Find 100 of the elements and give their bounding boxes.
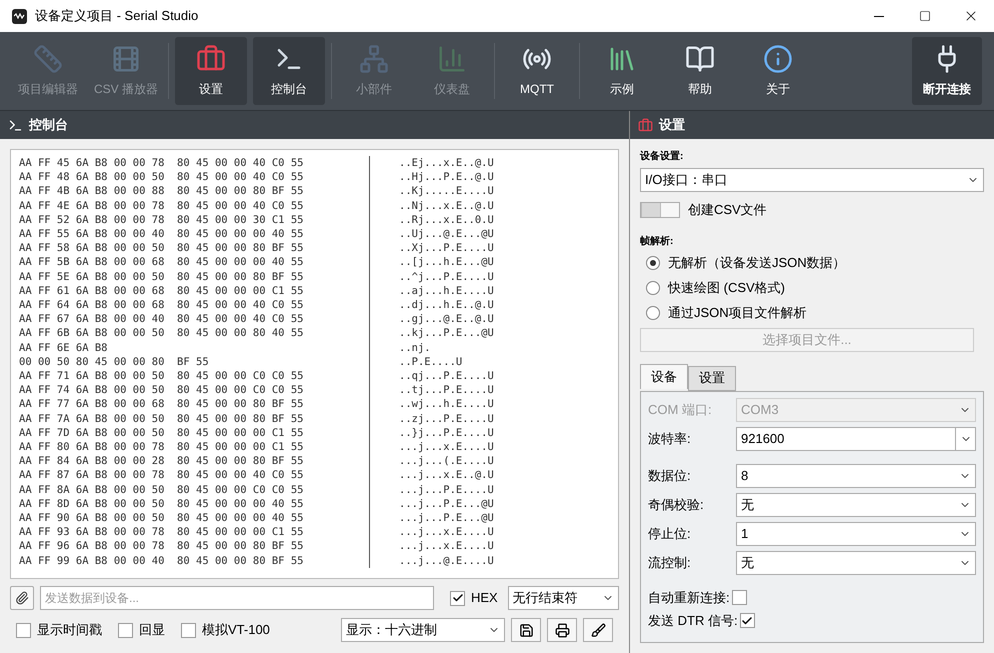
tab[interactable]: 设备	[640, 364, 688, 388]
hex-text: 00 00 50 80 45 00 00 80 BF 55	[19, 354, 210, 370]
checkbox[interactable]	[450, 590, 465, 606]
ascii-text: ..aj...h.E....U	[399, 284, 494, 298]
check-label: 自动重新连接:	[648, 588, 730, 606]
toolbar-button[interactable]: 控制台	[253, 37, 325, 105]
toolbar-button[interactable]: 帮助	[664, 37, 736, 105]
hex-text: AA FF 48 6A B8 00 00 50 80 45 00 00 40 C0 55	[19, 170, 304, 184]
hex-text: AA FF 7A 6A B8 00 00 50 80 45 00 00 80 BF 55	[19, 412, 304, 426]
ascii-text: ...j...(.E....U	[399, 454, 494, 468]
ascii-text: ..nj.	[399, 340, 431, 355]
field-label: 波特率:	[648, 430, 692, 448]
hex-text: AA FF 74 6A B8 00 00 50 80 45 00 00 C0 C0 55	[19, 383, 304, 398]
option-label: 模拟VT-100	[202, 621, 270, 640]
hex-text: AA FF 67 6A B8 00 00 40 80 45 00 00 40 C0 55	[19, 312, 304, 326]
save-button[interactable]	[511, 618, 541, 642]
panel-title: 设置	[659, 116, 685, 134]
dropdown[interactable]: 无	[736, 492, 976, 516]
attach-button[interactable]	[10, 586, 34, 610]
hex-text: AA FF 4B 6A B8 00 00 88 80 45 00 00 80 BF 55	[19, 184, 304, 199]
ascii-text: ..dj...h.E..@.U	[399, 298, 494, 312]
ascii-text: ..kj...P.E...@U	[399, 326, 494, 341]
checkbox[interactable]	[181, 622, 196, 638]
hex-text: AA FF 5B 6A B8 00 00 68 80 45 00 00 00 40 55	[19, 255, 304, 270]
hex-text: AA FF 7D 6A B8 00 00 50 80 45 00 00 00 C1 55	[19, 426, 304, 440]
switch-label: 创建CSV文件	[688, 201, 767, 219]
field-label: COM 端口:	[648, 400, 713, 419]
ascii-text: ...j...P.E...@U	[399, 496, 494, 512]
terminal-icon	[8, 118, 23, 132]
ascii-text: ...j...x.E..@.U	[399, 468, 494, 483]
display-mode-dropdown[interactable]: 显示：十六进制	[341, 618, 505, 642]
checkbox[interactable]	[118, 622, 133, 638]
ascii-text: ...j...@.E....U	[399, 554, 494, 568]
ascii-text: ..zj...P.E....U	[399, 412, 494, 426]
hex-text: AA FF 8D 6A B8 00 00 50 80 45 00 00 00 40 55	[19, 496, 304, 512]
ascii-text: ..gj...@.E..@.U	[399, 312, 494, 326]
ascii-text: ...j...x.E....U	[399, 539, 494, 554]
book-icon	[685, 44, 715, 74]
toolbar-button[interactable]: MQTT	[501, 37, 573, 105]
ascii-text: ..tj...P.E....U	[399, 383, 494, 398]
radio-label: 通过JSON项目文件解析	[668, 304, 807, 322]
hex-text: AA FF 93 6A B8 00 00 78 80 45 00 00 00 C1 55	[19, 525, 304, 540]
line-ending-dropdown[interactable]: 无行结束符	[508, 586, 619, 610]
hex-text: AA FF 61 6A B8 00 00 68 80 45 00 00 00 C1 55	[19, 284, 304, 298]
ascii-text: ..[j...h.E...@U	[399, 255, 494, 270]
tab[interactable]: 设置	[688, 366, 736, 390]
radio-button[interactable]	[646, 256, 660, 270]
field-label: 流控制:	[648, 554, 692, 572]
ascii-text: ..wj...h.E....U	[399, 397, 494, 412]
checkbox[interactable]	[16, 622, 31, 638]
clear-button[interactable]	[583, 618, 613, 642]
ascii-text: ..Kj.....E....U	[399, 184, 494, 199]
hex-text: AA FF 6B 6A B8 00 00 50 80 45 00 00 80 40 55	[19, 326, 304, 341]
maximize-icon	[919, 10, 931, 22]
radio-label: 无解析（设备发送JSON数据）	[668, 254, 846, 272]
toolbox-icon	[638, 118, 653, 132]
field-label: 停止位:	[648, 524, 692, 543]
hex-text: AA FF 5E 6A B8 00 00 50 80 45 00 00 80 BF 55	[19, 270, 304, 284]
toolbar-button[interactable]: 设置	[175, 37, 247, 105]
toolbar-button[interactable]: 关于	[742, 37, 814, 105]
section-label: 设备设置:	[640, 150, 684, 164]
ascii-text: ...j...P.E...@U	[399, 511, 494, 526]
toggle-switch[interactable]	[640, 202, 680, 218]
ascii-text: ..Hj...P.E..@.U	[399, 170, 494, 184]
radio-button[interactable]	[646, 306, 660, 320]
hex-text: AA FF 96 6A B8 00 00 78 80 45 00 00 80 BF 55	[19, 539, 304, 554]
ascii-text: ..Rj...x.E..0.U	[399, 212, 494, 228]
send-input-field[interactable]: 发送数据到设备...	[40, 586, 434, 610]
dropdown[interactable]: 无	[736, 550, 976, 574]
toolbar-button[interactable]: 示例	[586, 37, 658, 105]
window-title: 设备定义项目 - Serial Studio	[35, 7, 198, 26]
checkbox[interactable]	[732, 590, 747, 605]
dropdown[interactable]: 8	[736, 464, 976, 488]
hex-text: AA FF 58 6A B8 00 00 50 80 45 00 00 80 BF 55	[19, 241, 304, 256]
ascii-text: ..qj...P.E....U	[399, 369, 494, 384]
hex-text: AA FF 90 6A B8 00 00 50 80 45 00 00 00 40 55	[19, 511, 304, 526]
section-label: 帧解析:	[640, 234, 674, 248]
hex-text: AA FF 55 6A B8 00 00 40 80 45 00 00 00 40 55	[19, 227, 304, 242]
ascii-text: ..Xj...P.E....U	[399, 241, 494, 256]
ascii-text: ..^j...P.E....U	[399, 270, 494, 284]
hex-text: AA FF 64 6A B8 00 00 68 80 45 00 00 40 C0 55	[19, 298, 304, 312]
io-dropdown[interactable]: I/O接口：串口	[640, 168, 984, 192]
baud-rate-combobox[interactable]: 921600	[736, 426, 976, 450]
print-button[interactable]	[547, 618, 577, 642]
ruler-icon	[33, 44, 63, 74]
app-logo-icon	[12, 8, 27, 24]
radio-label: 快速绘图 (CSV格式)	[668, 279, 785, 298]
ascii-text: ...j...P.E....U	[399, 482, 494, 497]
disconnect-button[interactable]: 断开连接	[912, 37, 982, 105]
checkbox[interactable]	[740, 613, 755, 628]
option-label: 显示时间戳	[37, 621, 102, 640]
ascii-text: ...j...x.E....U	[399, 440, 494, 454]
dropdown[interactable]: 1	[736, 522, 976, 546]
radio-button[interactable]	[646, 281, 660, 295]
panel-title: 控制台	[29, 116, 68, 134]
ascii-text: ..Uj...@.E...@U	[399, 227, 494, 242]
hex-text: AA FF 8A 6A B8 00 00 50 80 45 00 00 C0 C0 55	[19, 482, 304, 497]
hex-text: AA FF 84 6A B8 00 00 28 80 45 00 00 80 BF 55	[19, 454, 304, 468]
tree-icon	[359, 44, 389, 74]
brush-icon	[590, 622, 606, 638]
